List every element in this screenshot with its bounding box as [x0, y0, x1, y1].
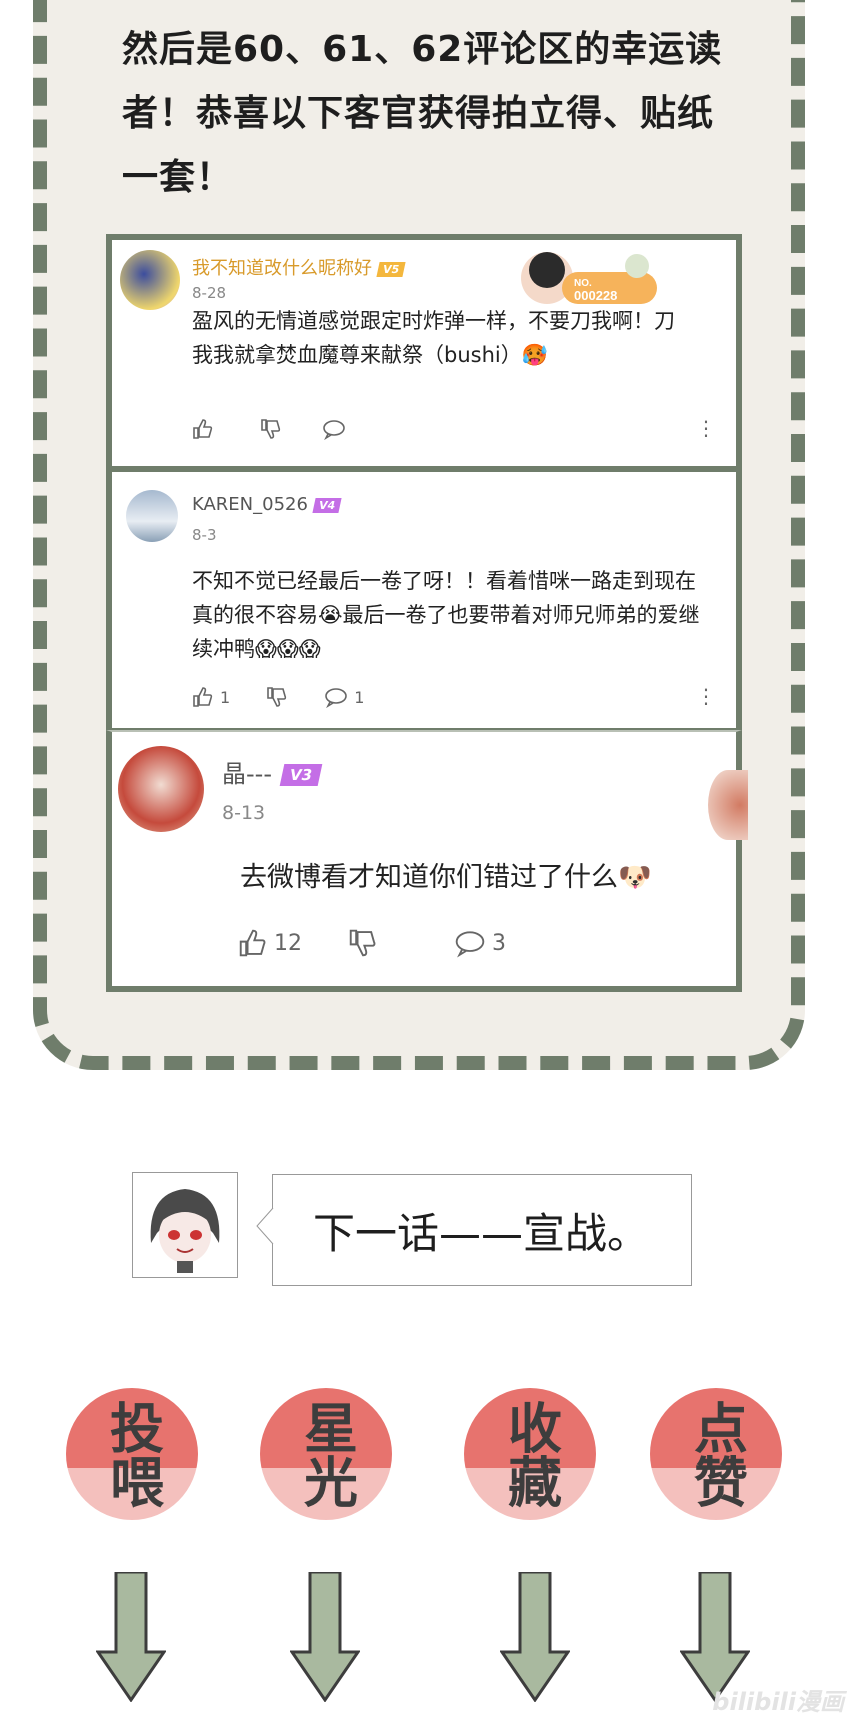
level-badge: V3 — [279, 764, 323, 786]
thumbs-down-icon — [261, 419, 281, 439]
watermark: bilibili漫画 — [712, 1688, 844, 1716]
reply-button[interactable]: 3 — [454, 928, 506, 958]
thumbs-up-icon — [193, 687, 213, 707]
like-button[interactable] — [192, 418, 220, 440]
comment-date: 8-28 — [192, 284, 227, 302]
level-badge: V5 — [376, 261, 406, 277]
comment-actions: 1 1 — [192, 686, 364, 708]
cta-label: 投喂 — [100, 1400, 164, 1508]
fan-badge-number: 000228 — [574, 288, 617, 303]
speech-bubble-icon — [455, 931, 485, 958]
cta-collect[interactable]: 收藏 — [460, 1384, 600, 1524]
cta-starlight[interactable]: 星光 — [256, 1384, 396, 1524]
reply-count: 3 — [492, 930, 506, 956]
intro-text: 然后是60、61、62评论区的幸运读者！恭喜以下客官获得拍立得、贴纸一套！ — [122, 29, 723, 198]
username[interactable]: KAREN_0526 V4 — [192, 494, 342, 515]
speech-bubble-icon — [323, 420, 345, 440]
narrator-avatar — [132, 1172, 238, 1278]
more-options-icon[interactable]: ⋮ — [696, 684, 716, 708]
cta-label: 星光 — [294, 1400, 358, 1508]
like-count: 1 — [220, 687, 231, 707]
thumbs-up-icon — [193, 419, 213, 439]
like-button[interactable]: 1 — [192, 686, 230, 708]
username-text[interactable]: KAREN_0526 — [192, 494, 308, 515]
dislike-button[interactable] — [260, 418, 282, 440]
cta-label: 收藏 — [498, 1400, 562, 1508]
user-avatar[interactable] — [118, 746, 204, 832]
thumbs-down-icon — [349, 929, 376, 957]
comment-body: 去微博看才知道你们错过了什么🐶 — [240, 862, 652, 893]
down-arrow-icon — [500, 1572, 570, 1702]
reply-button[interactable] — [322, 418, 352, 440]
username-text[interactable]: 我不知道改什么昵称好 — [192, 258, 372, 279]
cta-like[interactable]: 点赞 — [646, 1384, 786, 1524]
speech-bubble-text: 下一话——宣战。 — [313, 1208, 650, 1258]
down-arrow-icon — [96, 1572, 166, 1702]
like-button[interactable]: 12 — [238, 928, 302, 958]
comment-card: KAREN_0526 V4 8-3 不知不觉已经最后一卷了呀！！看着惜咪一路走到现… — [106, 472, 742, 734]
comment-card: 晶--- V3 8-13 去微博看才知道你们错过了什么🐶 12 3 — [106, 730, 748, 992]
comment-date: 8-3 — [192, 526, 217, 544]
username-text[interactable]: 晶--- — [222, 760, 272, 788]
username[interactable]: 晶--- V3 — [222, 754, 323, 789]
dislike-button[interactable] — [348, 928, 378, 958]
comment-actions — [192, 418, 352, 440]
comment-actions: 12 3 — [238, 928, 506, 958]
speech-bubble-icon — [325, 688, 347, 708]
comment-card: 我不知道改什么昵称好 V5 8-28 NO. 000228 盈风的无情道感觉跟定时… — [106, 234, 742, 472]
user-avatar[interactable] — [126, 490, 178, 542]
more-options-icon[interactable]: ⋮ — [696, 416, 716, 440]
username[interactable]: 我不知道改什么昵称好 V5 — [192, 254, 406, 280]
user-avatar[interactable] — [120, 250, 180, 310]
cta-label: 点赞 — [684, 1400, 748, 1508]
thumbs-up-icon — [239, 929, 266, 957]
chibi-face-icon — [150, 1189, 220, 1273]
decoration-avatar — [708, 770, 748, 840]
like-count: 12 — [274, 930, 302, 956]
comment-body: 盈风的无情道感觉跟定时炸弹一样，不要刀我啊！刀我我就拿焚血魔尊来献祭（bushi… — [192, 309, 675, 367]
comment-date: 8-13 — [222, 802, 266, 824]
thumbs-down-icon — [267, 687, 287, 707]
cta-feed[interactable]: 投喂 — [62, 1384, 202, 1524]
speech-bubble: 下一话——宣战。 — [272, 1174, 692, 1286]
comment-body: 不知不觉已经最后一卷了呀！！看着惜咪一路走到现在真的很不容易😭最后一卷了也要带着… — [192, 569, 700, 661]
speech-bubble-tail — [256, 1207, 274, 1245]
reply-button[interactable]: 1 — [324, 686, 364, 708]
down-arrow-icon — [290, 1572, 360, 1702]
reply-count: 1 — [354, 687, 365, 707]
dislike-button[interactable] — [266, 686, 288, 708]
level-badge: V4 — [312, 497, 342, 513]
